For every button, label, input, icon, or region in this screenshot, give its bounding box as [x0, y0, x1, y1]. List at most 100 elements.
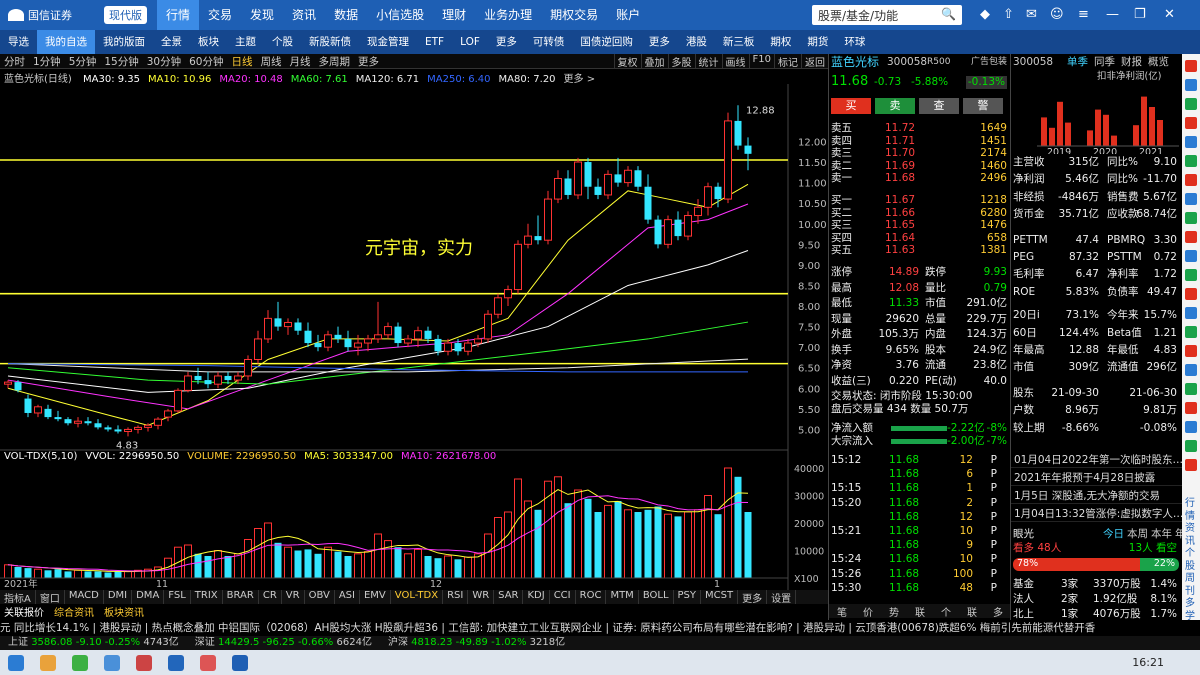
- indicator-tab[interactable]: MACD: [65, 590, 104, 604]
- candle-body[interactable]: [134, 426, 142, 430]
- indicator-tab[interactable]: DMI: [104, 590, 133, 604]
- candle-body[interactable]: [514, 243, 522, 291]
- side-tool-icon[interactable]: [1185, 60, 1197, 72]
- chart-tool[interactable]: 标记: [774, 54, 801, 69]
- indicator-tab[interactable]: OBV: [305, 590, 335, 604]
- index-item[interactable]: 沪深 4818.23 -49.89 -1.02% 3218亿: [380, 637, 573, 648]
- edition-selector[interactable]: 现代版: [104, 6, 147, 24]
- candle-body[interactable]: [404, 338, 412, 344]
- sub-tab[interactable]: 板块资讯: [104, 604, 144, 619]
- close-icon[interactable]: ✕: [1164, 7, 1175, 22]
- toolbar-item[interactable]: 更多: [488, 30, 525, 54]
- candle-body[interactable]: [374, 334, 382, 340]
- chart-tool[interactable]: 返回: [801, 54, 828, 69]
- side-tool-icon[interactable]: [1185, 440, 1197, 452]
- windows-start-icon[interactable]: [8, 654, 24, 671]
- candle-body[interactable]: [554, 178, 562, 200]
- f10-tab[interactable]: 概览: [1148, 54, 1169, 70]
- candle-body[interactable]: [464, 342, 472, 352]
- toolbar-item[interactable]: 主题: [227, 30, 264, 54]
- candle-body[interactable]: [654, 219, 662, 245]
- toolbar-item[interactable]: 导选: [0, 30, 37, 54]
- candle-body[interactable]: [174, 389, 182, 412]
- candle-body[interactable]: [334, 334, 342, 339]
- top-menu-item[interactable]: 理财: [433, 0, 475, 30]
- indicator-tab[interactable]: DMA: [132, 590, 165, 604]
- chart-annotation[interactable]: 元宇宙，实力: [365, 238, 473, 259]
- candle-body[interactable]: [434, 338, 442, 352]
- news-item[interactable]: 1月04日13:32管涨停:虚拟数字人…: [1011, 506, 1183, 522]
- candle-body[interactable]: [624, 169, 632, 184]
- indicator-tab[interactable]: MTM: [606, 590, 639, 604]
- trade-button[interactable]: 查: [919, 98, 959, 114]
- candle-body[interactable]: [24, 398, 32, 413]
- candle-body[interactable]: [474, 338, 482, 344]
- candle-body[interactable]: [644, 186, 652, 220]
- candle-body[interactable]: [164, 410, 172, 418]
- side-tool-icon[interactable]: [1185, 79, 1197, 91]
- candle-body[interactable]: [544, 198, 552, 241]
- candle-body[interactable]: [394, 326, 402, 344]
- top-menu-item[interactable]: 数据: [325, 0, 367, 30]
- quote-bottom-tab[interactable]: 笔: [837, 604, 847, 619]
- side-tool-icon[interactable]: [1185, 193, 1197, 205]
- candle-body[interactable]: [14, 382, 22, 391]
- top-menu-item[interactable]: 交易: [199, 0, 241, 30]
- top-menu-item[interactable]: 账户: [607, 0, 649, 30]
- candle-body[interactable]: [664, 219, 672, 245]
- upgrade-icon[interactable]: ⇧: [1003, 7, 1014, 22]
- candle-body[interactable]: [114, 429, 122, 432]
- candle-body[interactable]: [104, 427, 112, 430]
- candle-body[interactable]: [614, 174, 622, 183]
- candle-body[interactable]: [184, 375, 192, 391]
- indicator-tab[interactable]: 窗口: [36, 590, 65, 605]
- side-tool-icon[interactable]: [1185, 155, 1197, 167]
- news-item[interactable]: 01月04日2022年第一次临时股东…: [1011, 452, 1183, 468]
- candle-body[interactable]: [504, 289, 512, 299]
- quote-bottom-tab[interactable]: 联: [967, 604, 977, 619]
- candle-body[interactable]: [694, 206, 702, 217]
- candle-body[interactable]: [324, 334, 332, 348]
- news-ticker[interactable]: 元 同比增长14.1% | 港股异动 | 热点概念叠加 中铝国际（02068）A…: [0, 620, 1200, 636]
- candle-body[interactable]: [704, 186, 712, 208]
- side-tool-icon[interactable]: [1185, 174, 1197, 186]
- candle-body[interactable]: [674, 219, 682, 237]
- search-icon[interactable]: 🔍: [941, 7, 956, 21]
- side-tool-icon[interactable]: [1185, 212, 1197, 224]
- indicator-tab[interactable]: CR: [259, 590, 282, 604]
- quote-bottom-tab[interactable]: 势: [889, 604, 899, 619]
- skin-icon[interactable]: ◆: [980, 7, 990, 22]
- chart-tool[interactable]: 画线: [721, 54, 749, 69]
- candle-body[interactable]: [574, 161, 582, 196]
- candle-body[interactable]: [414, 330, 422, 340]
- candle-body[interactable]: [264, 317, 272, 340]
- side-tool-icon[interactable]: [1185, 136, 1197, 148]
- indicator-tab[interactable]: VR: [282, 590, 305, 604]
- top-menu-item[interactable]: 业务办理: [475, 0, 541, 30]
- period-item[interactable]: 周线: [257, 54, 286, 69]
- candle-body[interactable]: [714, 186, 722, 200]
- quote-bottom-tab[interactable]: 个: [941, 604, 951, 619]
- indicator-tab[interactable]: TRIX: [191, 590, 223, 604]
- candle-body[interactable]: [124, 428, 132, 432]
- side-tool-icon[interactable]: [1185, 345, 1197, 357]
- candle-body[interactable]: [44, 408, 52, 418]
- quote-bottom-tab[interactable]: 价: [863, 604, 873, 619]
- candle-body[interactable]: [494, 297, 502, 315]
- f10-tab[interactable]: 财报: [1121, 54, 1142, 70]
- candle-body[interactable]: [194, 375, 202, 381]
- indicator-tab[interactable]: EMV: [360, 590, 391, 604]
- candle-body[interactable]: [454, 343, 462, 352]
- period-item[interactable]: 60分钟: [185, 54, 227, 69]
- chart-tool[interactable]: 多股: [667, 54, 695, 69]
- candle-body[interactable]: [484, 313, 492, 340]
- candle-body[interactable]: [304, 330, 312, 344]
- wechat-icon[interactable]: [72, 654, 88, 671]
- indicator-tab[interactable]: SAR: [494, 590, 524, 604]
- toolbar-item[interactable]: 我的版面: [95, 30, 153, 54]
- toolbar-item[interactable]: 可转债: [525, 30, 573, 54]
- search-input[interactable]: 股票/基金/功能 🔍: [812, 5, 962, 25]
- candle-body[interactable]: [564, 178, 572, 195]
- candle-body[interactable]: [4, 381, 12, 385]
- period-item[interactable]: 多周期: [315, 54, 355, 69]
